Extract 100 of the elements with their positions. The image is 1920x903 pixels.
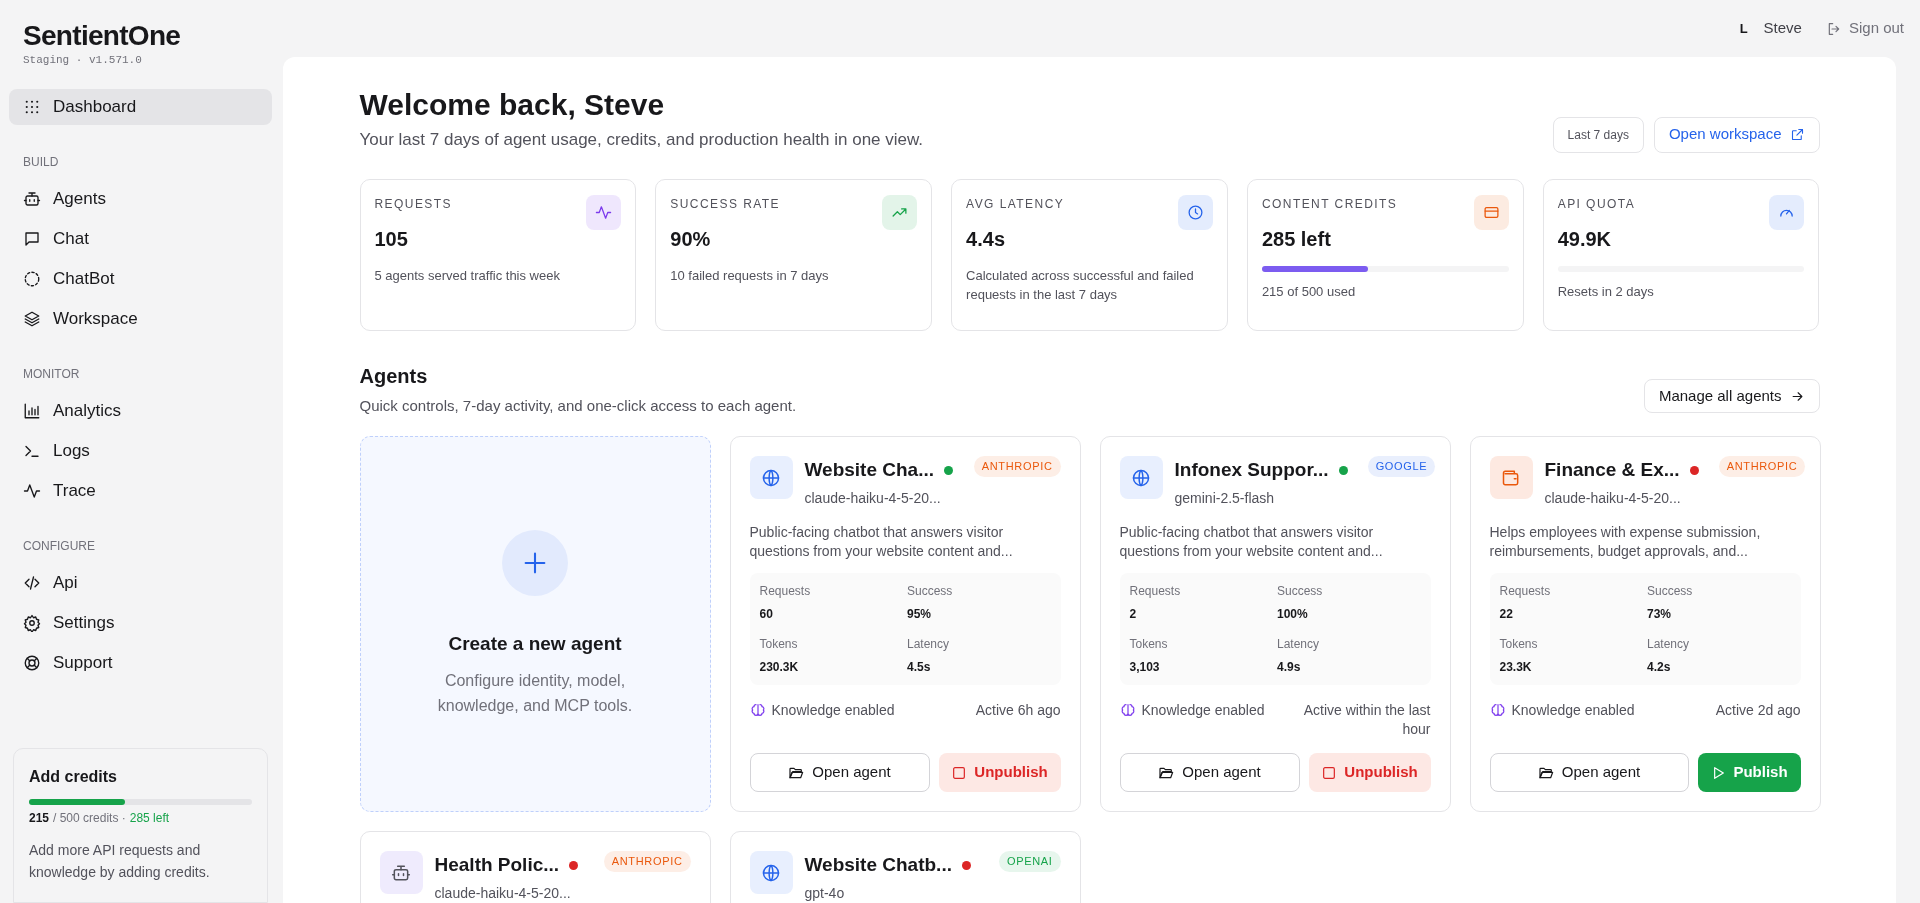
nav-item[interactable]: Agents: [9, 180, 272, 217]
agent-name: Infonex Suppor...: [1174, 458, 1329, 482]
page-title: Welcome back, Steve: [359, 87, 666, 123]
nav-item[interactable]: Workspace: [9, 300, 272, 337]
stat-value: 4.4s: [966, 226, 1007, 252]
section-subtitle: Quick controls, 7-day activity, and one-click access to each agent.: [359, 395, 797, 416]
nav-item[interactable]: Analytics: [9, 392, 272, 429]
sign-out-button[interactable]: Sign out: [1825, 17, 1904, 40]
brain-icon: [1489, 702, 1506, 718]
agent-description: Helps employees with expense submission, reimbursements, budget approvals, and...: [1489, 522, 1762, 561]
globe-icon: [761, 467, 781, 488]
stat-label: Success: [1647, 582, 1694, 600]
stat-label: Tokens: [1129, 635, 1169, 653]
agent-name: Website Cha...: [804, 458, 934, 482]
user-name[interactable]: Steve: [1763, 17, 1802, 40]
pulse-icon: [23, 481, 41, 500]
robot-icon: [23, 189, 41, 208]
stat-label: SUCCESS RATE: [670, 195, 781, 213]
section-label: MONITOR: [22, 365, 81, 383]
nav-item[interactable]: Settings: [9, 604, 272, 641]
stat-caption: 10 failed requests in 7 days: [670, 266, 830, 285]
stat-value: 73%: [1647, 605, 1673, 623]
stat-value: 90%: [670, 226, 712, 252]
agent-name: Health Polic...: [434, 853, 560, 877]
stat-label: Success: [1277, 582, 1324, 600]
unpublish-button[interactable]: Unpublish: [938, 753, 1061, 792]
range-button[interactable]: Last 7 days: [1552, 116, 1644, 153]
provider-tag: OPENAI: [998, 851, 1061, 872]
stat-label: Latency: [1277, 635, 1321, 653]
stat-label: Requests: [1499, 582, 1552, 600]
provider-tag: ANTHROPIC: [1718, 456, 1806, 477]
unpublish-button[interactable]: Unpublish: [1308, 753, 1431, 792]
stat-value: 3,103: [1129, 658, 1161, 676]
create-text: Configure identity, model, knowledge, and MCP tools.: [436, 671, 634, 717]
nav-item[interactable]: Logs: [9, 432, 272, 469]
agent-description: Public-facing chatbot that answers visitor questions from your website content and...: [1119, 522, 1384, 561]
create-title: Create a new agent: [448, 631, 622, 656]
section-title: Agents: [359, 363, 429, 389]
nav-item[interactable]: Chat: [9, 220, 272, 257]
section-label: CONFIGURE: [22, 537, 96, 555]
nav-item[interactable]: Support: [9, 644, 272, 681]
square-icon: [1321, 764, 1338, 781]
nav-item[interactable]: Trace: [9, 472, 272, 509]
stat-value: 100%: [1277, 605, 1309, 623]
square-icon: [951, 764, 968, 781]
agent-name: Finance & Ex...: [1544, 458, 1680, 482]
nav-item[interactable]: Dashboard: [9, 88, 272, 125]
last-active: Active 2d ago: [1715, 700, 1801, 720]
nav-item[interactable]: Api: [9, 564, 272, 601]
brand-logo: SentientOne: [23, 20, 182, 52]
globe-icon: [1131, 467, 1151, 488]
knowledge-status: Knowledge enabled: [1141, 700, 1265, 720]
stat-value: 23.3K: [1499, 658, 1533, 676]
user-initial: L: [1739, 19, 1748, 38]
code-icon: [23, 573, 41, 592]
open-agent-button[interactable]: Open agent: [1119, 753, 1300, 792]
create-agent-card[interactable]: Create a new agent Configure identity, model, knowledge, and MCP tools.: [359, 436, 711, 812]
agent-model: gpt-4o: [804, 883, 846, 903]
last-active: Active within the last hour: [1302, 700, 1431, 739]
page-subtitle: Your last 7 days of agent usage, credits, and production health in one view.: [359, 129, 924, 151]
stat-value: 285 left: [1261, 226, 1332, 252]
stat-label: REQUESTS: [374, 195, 453, 213]
globe-icon: [761, 862, 781, 883]
stat-value: 4.9s: [1277, 658, 1302, 676]
open-agent-button[interactable]: Open agent: [749, 753, 930, 792]
section-label: BUILD: [22, 153, 60, 171]
provider-tag: GOOGLE: [1367, 456, 1436, 477]
agent-model: claude-haiku-4-5-20...: [804, 488, 942, 508]
nav-item[interactable]: ChatBot: [9, 260, 272, 297]
last-active: Active 6h ago: [975, 700, 1061, 720]
agent-description: Public-facing chatbot that answers visitor questions from your website content and...: [749, 522, 1014, 561]
agent-model: claude-haiku-4-5-20...: [434, 883, 572, 903]
version-label: Staging · v1.571.0: [23, 53, 143, 68]
stat-label: Latency: [1647, 635, 1691, 653]
stat-value: 49.9K: [1557, 226, 1613, 252]
stat-value: 230.3K: [759, 658, 800, 676]
stat-label: Tokens: [1499, 635, 1539, 653]
knowledge-status: Knowledge enabled: [771, 700, 895, 720]
agent-model: gemini-2.5-flash: [1174, 488, 1276, 508]
stat-label: Requests: [759, 582, 812, 600]
stat-label: Tokens: [759, 635, 799, 653]
pulse-icon: [595, 203, 613, 221]
agent-model: claude-haiku-4-5-20...: [1544, 488, 1682, 508]
credits-total: / 500 credits ·: [53, 810, 126, 827]
stat-label: Success: [907, 582, 954, 600]
chat-bubble-icon: [23, 229, 41, 248]
stat-label: Latency: [907, 635, 951, 653]
stat-caption: 215 of 500 used: [1261, 282, 1357, 301]
stat-label: Requests: [1129, 582, 1182, 600]
stat-caption: Resets in 2 days: [1557, 282, 1655, 301]
provider-tag: ANTHROPIC: [973, 456, 1061, 477]
manage-agents-button[interactable]: Manage all agents: [1643, 379, 1820, 413]
external-link-icon: [1789, 127, 1805, 142]
open-workspace-button[interactable]: Open workspace: [1653, 116, 1820, 153]
stat-label: AVG LATENCY: [966, 195, 1065, 213]
stat-label: CONTENT CREDITS: [1261, 195, 1398, 213]
layers-icon: [23, 309, 41, 328]
credits-note: Add more API requests and knowledge by adding credits.: [29, 841, 211, 882]
bar-chart-icon: [23, 401, 41, 420]
open-agent-button[interactable]: Open agent: [1489, 753, 1689, 792]
